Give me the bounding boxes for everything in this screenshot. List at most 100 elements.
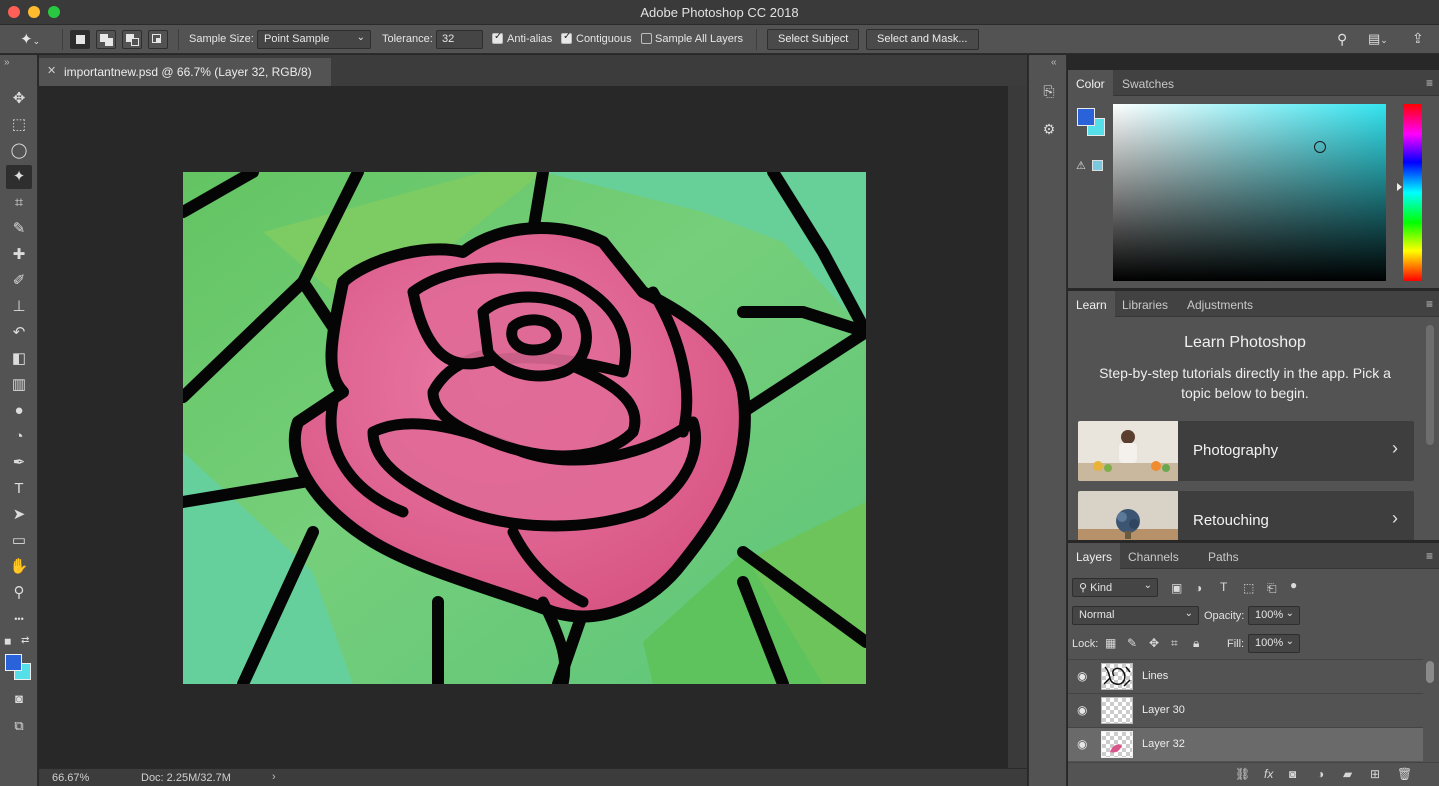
web-safe-color-swatch[interactable] — [1092, 160, 1103, 171]
type-tool-icon[interactable]: T — [6, 477, 32, 501]
history-brush-tool-icon[interactable]: ↶ — [6, 321, 32, 345]
magic-wand-preset-icon[interactable]: ✦⌄ — [20, 30, 40, 48]
search-icon[interactable]: ⚲ — [1337, 31, 1347, 48]
new-group-icon[interactable]: ▰ — [1343, 767, 1352, 781]
tab-channels[interactable]: Channels — [1120, 543, 1187, 569]
lock-artboard-icon[interactable]: ⌗ — [1171, 636, 1178, 651]
move-tool-icon[interactable]: ✥ — [6, 87, 32, 111]
eye-icon[interactable]: ◉ — [1077, 703, 1087, 717]
tab-libraries[interactable]: Libraries — [1114, 291, 1176, 317]
panel-menu-icon[interactable]: ≡ — [1426, 549, 1433, 563]
hue-slider[interactable] — [1403, 104, 1422, 281]
learn-card-photography[interactable]: Photography › — [1078, 421, 1414, 481]
lock-transparent-pixels-icon[interactable]: ▦ — [1105, 636, 1116, 650]
new-adjustment-layer-icon[interactable]: ◑ — [1317, 767, 1324, 781]
crop-tool-icon[interactable]: ⌗ — [6, 191, 32, 215]
history-panel-icon[interactable]: ⎘ — [1039, 83, 1059, 103]
lock-position-icon[interactable]: ✥ — [1149, 636, 1159, 650]
filter-smart-objects-icon[interactable]: ⎗ — [1267, 581, 1277, 596]
filter-shape-layers-icon[interactable]: ⬚ — [1243, 581, 1254, 595]
status-menu-arrow-icon[interactable]: › — [272, 771, 276, 783]
lock-image-pixels-icon[interactable]: ✎ — [1127, 636, 1137, 650]
magic-wand-tool-icon[interactable]: ✦ — [6, 165, 32, 189]
sample-all-layers-checkbox[interactable] — [641, 33, 652, 44]
zoom-level[interactable]: 66.67% — [52, 772, 89, 784]
learn-panel-scrollbar[interactable] — [1426, 325, 1434, 445]
add-mask-icon[interactable]: ◙ — [1289, 767, 1296, 781]
new-selection-button[interactable] — [70, 30, 90, 49]
tolerance-input[interactable]: 32 — [436, 30, 483, 49]
layer-style-icon[interactable]: fx — [1264, 767, 1273, 781]
intersect-selection-button[interactable] — [148, 30, 168, 49]
zoom-tool-icon[interactable]: ⚲ — [6, 581, 32, 605]
blur-tool-icon[interactable]: ● — [6, 399, 32, 423]
layer-row-layer-32[interactable]: ◉ Layer 32 — [1068, 727, 1423, 761]
tab-layers[interactable]: Layers — [1068, 543, 1121, 569]
eraser-tool-icon[interactable]: ◧ — [6, 347, 32, 371]
subtract-from-selection-button[interactable] — [122, 30, 142, 49]
panel-menu-icon[interactable]: ≡ — [1426, 297, 1433, 311]
share-icon[interactable]: ⇪ — [1412, 30, 1424, 47]
rectangle-tool-icon[interactable]: ▭ — [6, 529, 32, 553]
opacity-input[interactable]: 100% ⌄ — [1248, 606, 1300, 625]
screen-mode-icon[interactable]: ⧉ — [6, 714, 32, 738]
more-tools-icon[interactable]: ••• — [6, 607, 32, 631]
tab-learn[interactable]: Learn — [1068, 291, 1115, 317]
filter-toggle-icon[interactable]: ● — [1290, 578, 1297, 592]
close-tab-icon[interactable]: ✕ — [47, 64, 56, 77]
delete-layer-icon[interactable]: 🗑︎ — [1397, 767, 1412, 781]
select-subject-button[interactable]: Select Subject — [767, 29, 860, 50]
filter-adjustment-layers-icon[interactable]: ◑ — [1195, 581, 1202, 595]
dodge-tool-icon[interactable]: ◔ — [6, 425, 32, 449]
fill-input[interactable]: 100% ⌄ — [1248, 634, 1300, 653]
new-layer-icon[interactable]: ⊞ — [1370, 767, 1380, 781]
workspace-icon[interactable]: ▤⌄ — [1368, 31, 1388, 47]
sample-size-select[interactable]: Point Sample ⌄ — [257, 30, 371, 49]
hand-tool-icon[interactable]: ✋ — [6, 555, 32, 579]
anti-alias-checkbox[interactable] — [492, 31, 503, 44]
blend-mode-select[interactable]: Normal ⌄ — [1072, 606, 1199, 625]
foreground-color-swatch[interactable] — [5, 654, 22, 671]
document-tab[interactable]: ✕ importantnew.psd @ 66.7% (Layer 32, RG… — [39, 58, 331, 86]
color-panel-foreground-swatch[interactable] — [1077, 108, 1095, 126]
lock-all-icon[interactable]: 🔒︎ — [1193, 636, 1199, 651]
document-artwork[interactable] — [183, 172, 866, 684]
pen-tool-icon[interactable]: ✒ — [6, 451, 32, 475]
tab-adjustments[interactable]: Adjustments — [1179, 291, 1261, 317]
layer-filter-kind-select[interactable]: ⚲ Kind ⌄ — [1072, 578, 1158, 597]
layer-row-lines[interactable]: ◉ Lines — [1068, 659, 1423, 693]
eye-icon[interactable]: ◉ — [1077, 737, 1087, 751]
lasso-tool-icon[interactable]: ◯ — [6, 139, 32, 163]
gradient-tool-icon[interactable]: ▥ — [6, 373, 32, 397]
brush-tool-icon[interactable]: ✐ — [6, 269, 32, 293]
path-selection-tool-icon[interactable]: ➤ — [6, 503, 32, 527]
collapse-dock-icon[interactable]: « — [1051, 57, 1057, 68]
color-field[interactable] — [1113, 104, 1386, 281]
quick-mask-icon[interactable]: ◙ — [6, 687, 32, 711]
properties-panel-icon[interactable]: ⚙ — [1039, 121, 1059, 141]
select-and-mask-button[interactable]: Select and Mask... — [866, 29, 979, 50]
tab-swatches[interactable]: Swatches — [1114, 70, 1182, 96]
layers-panel-scrollbar[interactable] — [1426, 661, 1434, 683]
panel-menu-icon[interactable]: ≡ — [1426, 76, 1433, 90]
collapse-panel-icon[interactable]: » — [4, 57, 10, 68]
add-to-selection-button[interactable] — [96, 30, 116, 49]
contiguous-checkbox[interactable] — [561, 31, 572, 44]
canvas-vertical-scrollbar[interactable] — [1008, 86, 1027, 768]
filter-pixel-layers-icon[interactable]: ▣ — [1171, 581, 1182, 595]
eye-icon[interactable]: ◉ — [1077, 669, 1087, 683]
link-layers-icon[interactable]: ⛓ — [1235, 767, 1250, 781]
learn-card-retouching[interactable]: Retouching › — [1078, 491, 1414, 540]
filter-type-layers-icon[interactable]: T — [1220, 580, 1227, 594]
tab-paths[interactable]: Paths — [1200, 543, 1247, 569]
swap-colors-icon[interactable]: ⇄ — [21, 635, 29, 646]
layer-row-layer-30[interactable]: ◉ Layer 30 — [1068, 693, 1423, 727]
hue-slider-handle[interactable] — [1397, 183, 1402, 191]
clone-stamp-tool-icon[interactable]: ⊥ — [6, 295, 32, 319]
marquee-tool-icon[interactable]: ⬚ — [6, 113, 32, 137]
tab-color[interactable]: Color — [1068, 70, 1113, 96]
eyedropper-tool-icon[interactable]: ✎ — [6, 217, 32, 241]
default-colors-icon[interactable]: ◼ — [4, 636, 11, 647]
color-picker-handle[interactable] — [1314, 141, 1326, 153]
healing-brush-tool-icon[interactable]: ✚ — [6, 243, 32, 267]
